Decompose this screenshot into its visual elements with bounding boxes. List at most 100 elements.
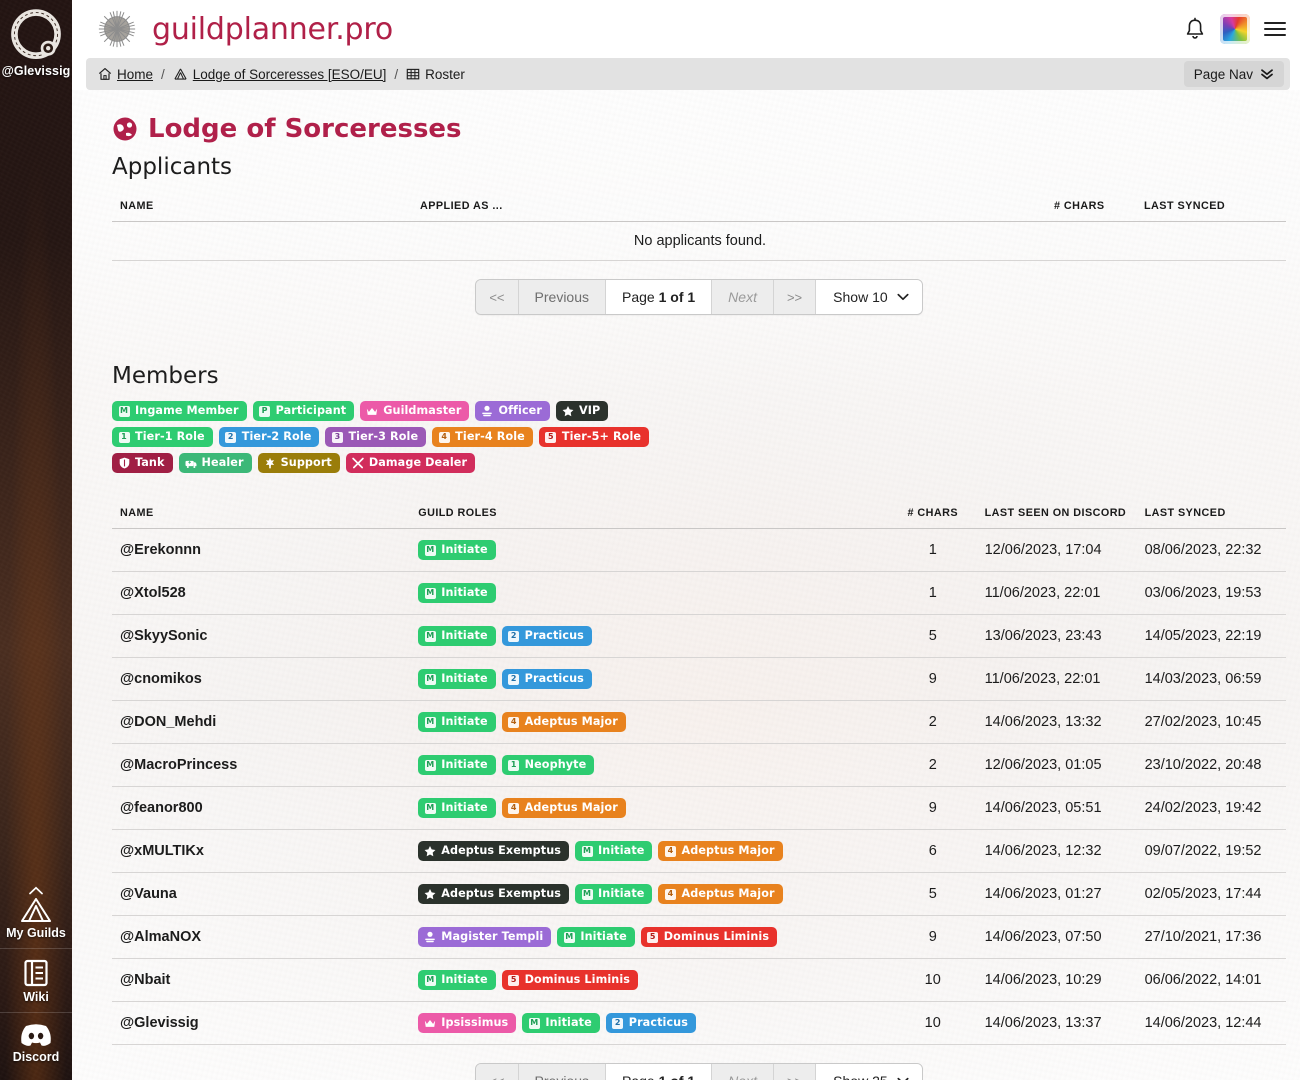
role-badge[interactable]: VIP — [556, 401, 609, 421]
role-badge[interactable]: 5 Tier-5+ Role — [538, 427, 650, 447]
star-icon — [562, 406, 574, 417]
table-row[interactable]: @cnomikos M Initiate 2 Practicus 9 11/06/2023,… — [112, 657, 1286, 701]
table-row[interactable]: @Erekonnn M Initiate 1 12/06/2023, 17:04 08/0… — [112, 528, 1286, 572]
square-m-icon: M — [563, 931, 575, 943]
member-name[interactable]: @Vauna — [112, 872, 411, 916]
table-row[interactable]: @Glevissig Ipsissimus M Initiate 2 Practicus… — [112, 1001, 1286, 1045]
role-badge[interactable]: 2 Practicus — [501, 669, 592, 689]
role-badge[interactable]: 5 Dominus Liminis — [640, 927, 778, 947]
role-badge[interactable]: M Initiate — [522, 1013, 600, 1033]
role-badge[interactable]: M Initiate — [418, 540, 496, 560]
role-badge[interactable]: 3 Tier-3 Role — [325, 427, 427, 447]
table-row[interactable]: @Vauna Adeptus Exemptus M Initiate 4 Adeptus… — [112, 872, 1286, 916]
brand[interactable]: guildplanner.pro — [96, 8, 393, 50]
breadcrumb-link[interactable]: Home — [117, 67, 153, 82]
member-last-synced: 14/06/2023, 12:44 — [1136, 1001, 1286, 1045]
table-row[interactable]: @AlmaNOX Magister Templi M Initiate 5 Dominu… — [112, 915, 1286, 959]
member-last-seen: 14/06/2023, 10:29 — [976, 958, 1137, 1002]
member-name[interactable]: @Erekonnn — [112, 528, 411, 572]
members-previous-button[interactable]: Previous — [518, 1064, 606, 1080]
member-name[interactable]: @DON_Mehdi — [112, 700, 411, 744]
role-badge[interactable]: M Initiate — [418, 626, 496, 646]
avatar[interactable] — [1220, 14, 1250, 44]
role-badge[interactable]: 4 Adeptus Major — [501, 798, 626, 818]
role-badge[interactable]: Support — [257, 453, 340, 473]
member-name[interactable]: @feanor800 — [112, 786, 411, 830]
sidebar-item-discord[interactable]: Discord — [0, 1012, 72, 1072]
role-badge[interactable]: Guildmaster — [360, 401, 470, 421]
role-badge-list: Magister Templi M Initiate 5 Dominus Liminis — [418, 927, 881, 947]
member-name[interactable]: @xMULTIKx — [112, 829, 411, 873]
chevron-down-icon — [897, 293, 909, 301]
member-char-count: 6 — [886, 829, 977, 873]
page-nav-dropdown[interactable]: Page Nav — [1183, 61, 1284, 87]
role-badge[interactable]: 5 Dominus Liminis — [501, 970, 639, 990]
role-badge[interactable]: M Initiate — [557, 927, 635, 947]
role-badge[interactable]: Adeptus Exemptus — [418, 884, 570, 904]
role-badge[interactable]: Officer — [475, 401, 550, 421]
table-row[interactable]: @Xtol528 M Initiate 1 11/06/2023, 22:01 03/06… — [112, 571, 1286, 615]
role-badge[interactable]: M Initiate — [418, 669, 496, 689]
role-badge[interactable]: M Initiate — [418, 755, 496, 775]
role-badge[interactable]: 1 Neophyte — [501, 755, 595, 775]
members-next-button[interactable]: Next — [712, 1064, 774, 1080]
role-badge[interactable]: M Initiate — [418, 712, 496, 732]
breadcrumb: Home / Lodge of Sorceresses [ESO/EU] / R… — [98, 67, 465, 82]
role-badge[interactable]: 2 Practicus — [501, 626, 592, 646]
badge-tier-marker: M — [581, 845, 593, 857]
role-badge[interactable]: M Initiate — [418, 583, 496, 603]
table-row[interactable]: @DON_Mehdi M Initiate 4 Adeptus Major 2 14/06/… — [112, 700, 1286, 744]
role-badge[interactable]: 2 Tier-2 Role — [218, 427, 320, 447]
role-badge[interactable]: M Initiate — [575, 841, 653, 861]
role-badge[interactable]: 4 Adeptus Major — [501, 712, 626, 732]
member-char-count: 2 — [886, 743, 977, 787]
sidebar-profile[interactable]: @Glevissig — [2, 0, 71, 78]
applicants-page-size-select[interactable]: Show 10 — [816, 280, 922, 314]
table-row[interactable]: @Nbait M Initiate 5 Dominus Liminis 10 14/06/2… — [112, 958, 1286, 1002]
sidebar-item-my-guilds[interactable]: My Guilds — [0, 877, 72, 948]
role-badge[interactable]: Magister Templi — [418, 927, 552, 947]
bell-icon[interactable] — [1184, 17, 1206, 41]
table-row[interactable]: @xMULTIKx Adeptus Exemptus M Initiate 4 Adep… — [112, 829, 1286, 873]
member-name[interactable]: @Nbait — [112, 958, 411, 1002]
crown-icon — [424, 1017, 436, 1029]
member-name[interactable]: @Xtol528 — [112, 571, 411, 615]
member-name[interactable]: @SkyySonic — [112, 614, 411, 658]
role-badge[interactable]: M Initiate — [418, 970, 496, 990]
member-name[interactable]: @AlmaNOX — [112, 915, 411, 959]
role-badge[interactable]: M Ingame Member — [112, 401, 247, 421]
breadcrumb-link[interactable]: Lodge of Sorceresses [ESO/EU] — [193, 67, 387, 82]
breadcrumb-item-guild[interactable]: Lodge of Sorceresses [ESO/EU] — [173, 67, 387, 82]
members-page-size-select[interactable]: Show 25 — [816, 1064, 922, 1080]
role-badge[interactable]: Ipsissimus — [418, 1013, 517, 1033]
role-badge[interactable]: Adeptus Exemptus — [418, 841, 570, 861]
applicants-previous-button[interactable]: Previous — [518, 280, 606, 314]
table-row[interactable]: @feanor800 M Initiate 4 Adeptus Major 9 14/06/… — [112, 786, 1286, 830]
role-badge[interactable]: 4 Adeptus Major — [658, 841, 783, 861]
applicants-last-page-button[interactable]: >> — [773, 280, 817, 314]
breadcrumb-item-home[interactable]: Home — [98, 67, 153, 82]
role-badge[interactable]: 2 Practicus — [605, 1013, 697, 1033]
role-badge[interactable]: M Initiate — [418, 798, 496, 818]
hamburger-menu-icon[interactable] — [1264, 21, 1286, 37]
role-badge[interactable]: 4 Tier-4 Role — [432, 427, 533, 447]
badge-tier-marker: M — [563, 931, 575, 943]
role-badge[interactable]: P Participant — [252, 401, 355, 421]
role-badge[interactable]: 1 Tier-1 Role — [112, 427, 213, 447]
members-last-page-button[interactable]: >> — [773, 1064, 817, 1080]
table-row[interactable]: @SkyySonic M Initiate 2 Practicus 5 13/06/2023… — [112, 614, 1286, 658]
applicants-next-button[interactable]: Next — [712, 280, 774, 314]
member-name[interactable]: @cnomikos — [112, 657, 411, 701]
breadcrumb-separator: / — [394, 66, 399, 82]
role-badge[interactable]: Healer — [178, 453, 252, 473]
members-first-page-button[interactable]: << — [476, 1064, 519, 1080]
role-badge[interactable]: Damage Dealer — [345, 453, 476, 473]
table-row[interactable]: @MacroPrincess M Initiate 1 Neophyte 2 12/06/2… — [112, 743, 1286, 787]
role-badge[interactable]: Tank — [112, 453, 173, 473]
member-name[interactable]: @Glevissig — [112, 1001, 411, 1045]
member-name[interactable]: @MacroPrincess — [112, 743, 411, 787]
sidebar-item-wiki[interactable]: Wiki — [0, 948, 72, 1012]
applicants-first-page-button[interactable]: << — [476, 280, 519, 314]
role-badge[interactable]: 4 Adeptus Major — [658, 884, 783, 904]
role-badge[interactable]: M Initiate — [575, 884, 653, 904]
